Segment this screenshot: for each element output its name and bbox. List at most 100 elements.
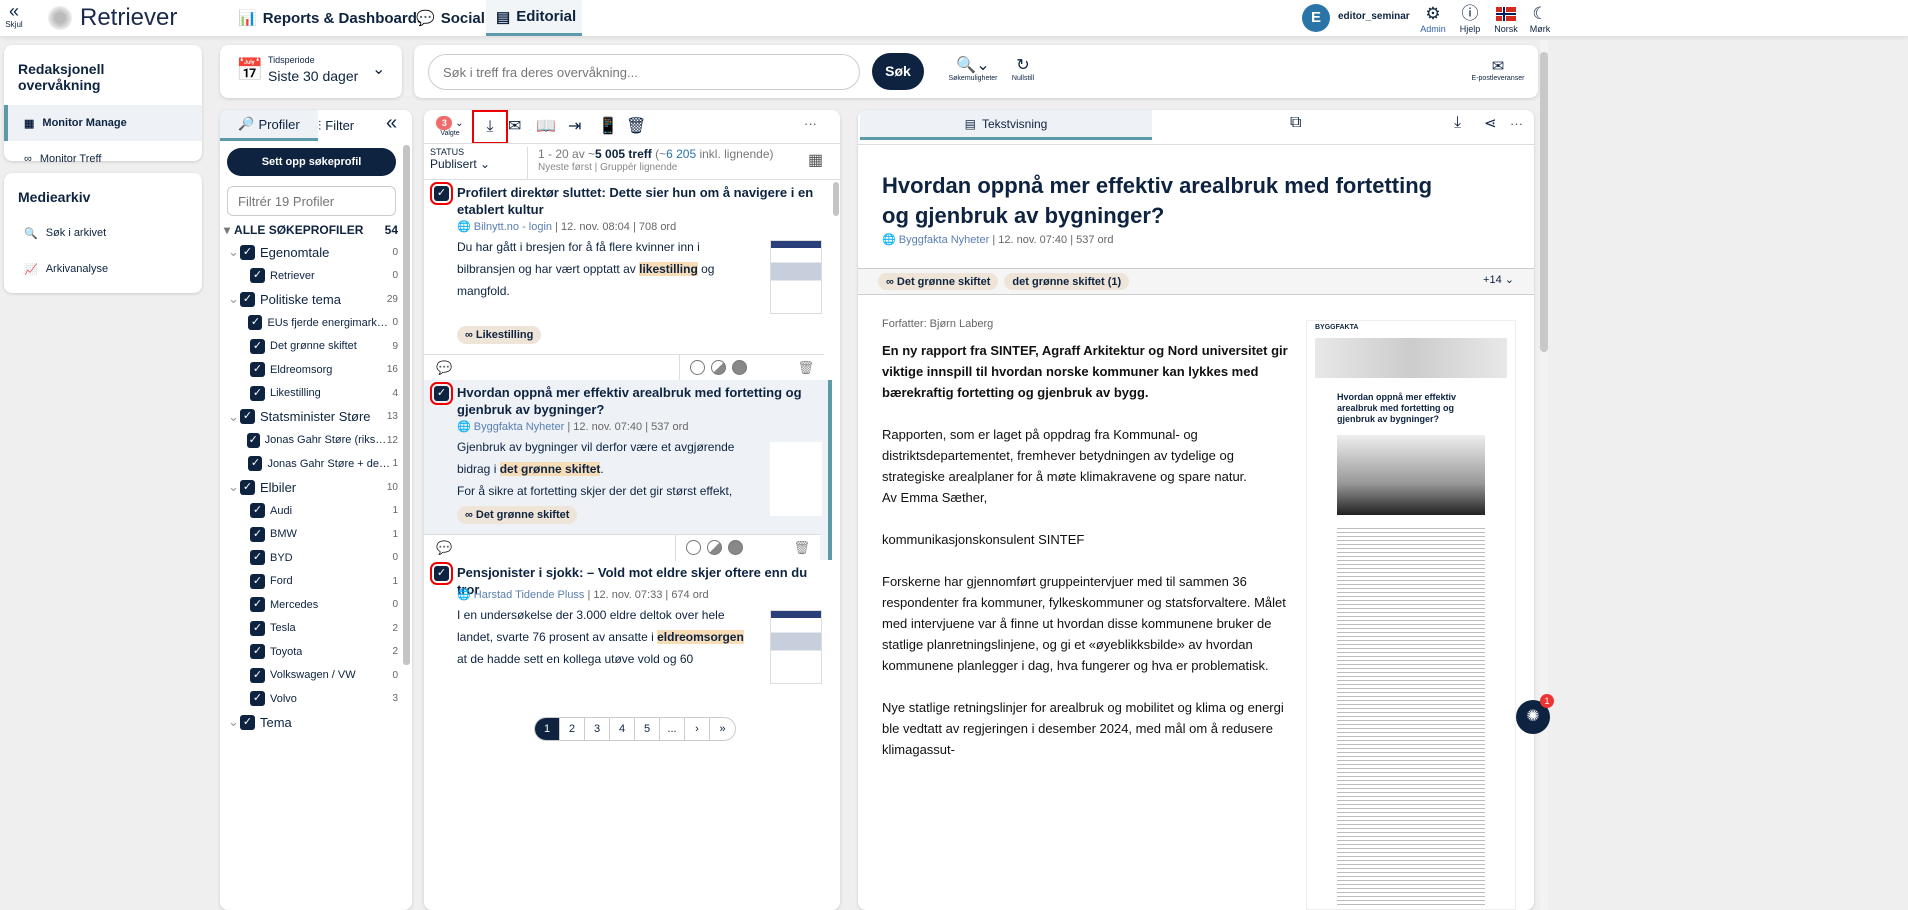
trash-icon[interactable]: 🗑 (797, 360, 814, 376)
checkbox-checked[interactable]: ✓ (250, 691, 265, 706)
keyword-tag[interactable]: det grønne skiftet (1) (1004, 273, 1130, 290)
chat-assistant-button[interactable]: ✺ 1 (1516, 694, 1554, 734)
chevron-down-icon[interactable]: ⌄ (228, 244, 240, 260)
checkbox-checked[interactable]: ✓ (248, 456, 263, 471)
share-devices-button[interactable]: 📱 (598, 116, 618, 136)
username[interactable]: editor_seminar (1338, 11, 1410, 22)
email-button[interactable]: ✉ (508, 116, 521, 136)
source-link[interactable]: Byggfakta Nyheter (474, 421, 565, 433)
article-thumbnail[interactable] (770, 442, 822, 516)
source-link[interactable]: Harstad Tidende Pluss (474, 589, 585, 601)
profile-row[interactable]: ✓ Jonas Gahr Støre (riksdekk...12 (228, 428, 398, 452)
status-open-icon[interactable] (690, 360, 706, 375)
profile-row[interactable]: ✓ Volvo 3 (228, 687, 398, 711)
sidebar-item-search-archive[interactable]: 🔍 Søk i arkivet (4, 215, 202, 251)
profile-row[interactable]: ✓ Ford 1 (228, 569, 398, 593)
tab-profiles[interactable]: 🔎 Profiler (220, 110, 318, 141)
status-open-icon[interactable] (686, 540, 702, 555)
checkbox-checked[interactable]: ✓ (250, 362, 265, 377)
checkbox-checked[interactable]: ✓ (250, 597, 265, 612)
sidebar-item-monitor-treff[interactable]: ∞ Monitor Treff (4, 141, 202, 177)
profile-row[interactable]: ⌄ ✓ Elbiler 10 (228, 475, 398, 499)
profile-row[interactable]: ✓ Toyota 2 (228, 640, 398, 664)
logo-text[interactable]: Retriever (80, 4, 177, 32)
more-options-icon[interactable]: ··· (1510, 116, 1523, 131)
user-avatar[interactable]: E (1302, 4, 1330, 32)
checkbox-checked[interactable]: ✓ (240, 409, 255, 424)
profile-tag[interactable]: ∞ Likestilling (457, 326, 542, 344)
status-half-icon[interactable] (711, 360, 727, 375)
sidebar-item-archive-analysis[interactable]: 📈 Arkivanalyse (4, 251, 202, 287)
setup-profile-button[interactable]: Sett opp søkeprofil (227, 148, 396, 176)
collapse-panel-icon[interactable]: « (386, 112, 397, 135)
checkbox-checked[interactable]: ✓ (250, 503, 265, 518)
similar-count-link[interactable]: 6 205 (666, 147, 696, 161)
profile-row[interactable]: ✓ Mercedes 0 (228, 593, 398, 617)
hide-sidebar-button[interactable]: « Skjul (4, 2, 24, 29)
article-item[interactable]: ✓ Pensjonister i sjokk: – Vold mot eldre … (424, 560, 832, 720)
all-profiles-row[interactable]: ▾ ALLE SØKEPROFILER 54 (224, 223, 398, 237)
period-selector[interactable]: 📅 Tidsperiode Siste 30 dager ⌄ (220, 45, 402, 98)
source-link[interactable]: Byggfakta Nyheter (899, 234, 990, 246)
profile-row[interactable]: ✓ Volkswagen / VW 0 (228, 663, 398, 687)
delete-button[interactable]: 🗑 (626, 116, 646, 136)
share-icon[interactable]: ⋖ (1484, 114, 1497, 132)
status-done-icon[interactable] (728, 540, 744, 555)
more-options-icon[interactable]: ··· (804, 116, 817, 131)
comment-icon[interactable]: 💬 (436, 360, 452, 376)
group-similar-option[interactable]: Gruppér lignende (600, 162, 677, 173)
checkbox-checked[interactable]: ✓ (250, 268, 265, 283)
tab-filter[interactable]: ⫶ Filter (318, 110, 378, 141)
page-button[interactable]: 5 (635, 718, 660, 740)
profile-tag[interactable]: ∞ Det grønne skiftet (457, 506, 578, 524)
checkbox-checked[interactable]: ✓ (250, 620, 265, 636)
page-scrollbar[interactable] (1540, 40, 1548, 910)
checkbox-checked[interactable]: ✓ (250, 338, 265, 354)
dark-mode-button[interactable]: ☾ Mørk (1520, 4, 1560, 34)
status-dropdown[interactable]: STATUS Publisert ⌄ (430, 147, 528, 179)
comment-icon[interactable]: 💬 (436, 540, 452, 556)
profile-row[interactable]: ✓ Likestilling 4 (228, 381, 398, 405)
chevron-down-icon[interactable]: ⌄ (228, 291, 240, 307)
sidebar-item-monitor-manage[interactable]: ▦ Monitor Manage (4, 105, 202, 141)
nav-editorial[interactable]: ▤ Editorial (486, 0, 582, 36)
article-thumbnail[interactable] (770, 240, 822, 314)
nav-reports[interactable]: 📊 Reports & Dashboards (238, 0, 425, 36)
profile-tag[interactable]: ∞ Det grønne skiftet (878, 273, 999, 290)
search-input[interactable] (428, 54, 860, 90)
article-item[interactable]: ✓ Hvordan oppnå mer effektiv arealbruk me… (424, 380, 832, 561)
chevron-down-icon[interactable]: ⌄ (228, 714, 240, 730)
trash-icon[interactable]: 🗑 (793, 540, 810, 556)
page-button[interactable]: 4 (610, 718, 635, 740)
search-button[interactable]: Søk (872, 53, 924, 90)
reset-button[interactable]: ↻ Nullstill (1008, 55, 1038, 82)
article-checkbox[interactable]: ✓ (430, 562, 453, 585)
checkbox-checked[interactable]: ✓ (250, 644, 265, 659)
list-scrollbar[interactable] (833, 182, 839, 216)
page-button[interactable]: 2 (560, 718, 585, 740)
profile-row[interactable]: ✓ Det grønne skiftet 9 (228, 334, 398, 358)
checkbox-checked[interactable]: ✓ (250, 573, 265, 589)
search-options-button[interactable]: 🔍⌄ Søkemuligheter (944, 55, 1002, 82)
nav-social[interactable]: 💬 Social (416, 0, 485, 36)
checkbox-checked[interactable]: ✓ (250, 385, 265, 401)
article-item[interactable]: ✓ Profilert direktør sluttet: Dette sier … (424, 180, 832, 381)
profile-row[interactable]: ✓ Jonas Gahr Støre + det grøn...1 (228, 452, 398, 476)
profile-row[interactable]: ✓ Tesla 2 (228, 616, 398, 640)
article-title[interactable]: Profilert direktør sluttet: Dette sier h… (457, 184, 823, 218)
admin-button[interactable]: ⚙ Admin (1413, 4, 1453, 34)
tab-text-view[interactable]: ▤ Tekstvisning (860, 110, 1152, 140)
chevron-down-icon[interactable]: ⌄ (228, 479, 240, 495)
filter-profiles-input[interactable] (227, 186, 396, 216)
article-checkbox[interactable]: ✓ (430, 182, 453, 205)
checkbox-checked[interactable]: ✓ (240, 714, 255, 730)
checkbox-checked[interactable]: ✓ (246, 432, 260, 448)
page-button-current[interactable]: 1 (535, 718, 560, 740)
more-tags-button[interactable]: +14 ⌄ (1483, 273, 1514, 290)
profile-row[interactable]: ✓ Eldreomsorg 16 (228, 358, 398, 382)
email-deliveries-button[interactable]: ✉ E-postleveranser (1468, 57, 1528, 82)
next-page-button[interactable]: › (685, 718, 710, 740)
profile-row[interactable]: ⌄ ✓ Tema (228, 710, 398, 734)
profile-row[interactable]: ✓ BYD 0 (228, 546, 398, 570)
checkbox-checked[interactable]: ✓ (240, 291, 255, 307)
